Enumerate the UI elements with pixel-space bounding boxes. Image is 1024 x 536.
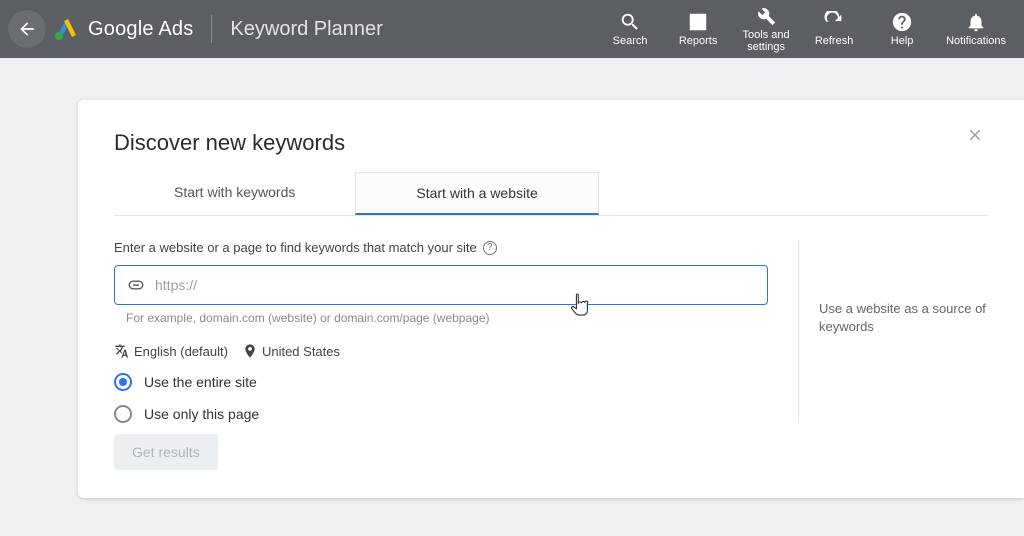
url-field-label: Enter a website or a page to find keywor… <box>114 240 768 255</box>
arrow-left-icon <box>17 19 37 39</box>
radio-entire-label: Use the entire site <box>144 374 257 390</box>
tab-bar: Start with keywords Start with a website <box>114 172 988 216</box>
help-icon <box>891 11 913 33</box>
notifications-menu[interactable]: Notifications <box>946 11 1006 47</box>
notifications-label: Notifications <box>946 35 1006 47</box>
close-button[interactable] <box>966 126 984 150</box>
help-menu[interactable]: Help <box>878 11 926 47</box>
tab-website[interactable]: Start with a website <box>355 172 598 215</box>
header-divider <box>211 15 212 43</box>
wrench-icon <box>755 5 777 27</box>
location-pin-icon <box>242 343 258 359</box>
back-button[interactable] <box>8 10 46 48</box>
radio-entire-site[interactable]: Use the entire site <box>114 373 768 391</box>
google-ads-logo-icon <box>54 17 78 41</box>
discover-card: Discover new keywords Start with keyword… <box>78 100 1024 498</box>
radio-only-label: Use only this page <box>144 406 259 422</box>
search-icon <box>619 11 641 33</box>
brand-logo: Google Ads <box>54 17 193 41</box>
url-example-hint: For example, domain.com (website) or dom… <box>126 311 768 325</box>
url-input-wrapper[interactable] <box>114 265 768 305</box>
brand-title: Google Ads <box>88 18 193 41</box>
location-setting[interactable]: United States <box>262 344 340 359</box>
link-icon <box>127 276 145 294</box>
refresh-menu[interactable]: Refresh <box>810 11 858 47</box>
url-field-label-text: Enter a website or a page to find keywor… <box>114 240 477 255</box>
tools-label: Tools and settings <box>743 29 790 53</box>
language-setting[interactable]: English (default) <box>134 344 228 359</box>
help-tooltip-icon[interactable]: ? <box>483 241 497 255</box>
refresh-label: Refresh <box>815 35 854 47</box>
reports-menu[interactable]: Reports <box>674 11 722 47</box>
get-results-button[interactable]: Get results <box>114 434 218 470</box>
reports-label: Reports <box>679 35 718 47</box>
locale-row: English (default) United States <box>114 343 768 359</box>
card-title: Discover new keywords <box>114 130 988 156</box>
radio-icon-unselected <box>114 405 132 423</box>
radio-icon-selected <box>114 373 132 391</box>
refresh-icon <box>823 11 845 33</box>
side-help-text: Use a website as a source of keywords <box>798 240 988 423</box>
close-icon <box>966 126 984 144</box>
search-menu[interactable]: Search <box>606 11 654 47</box>
search-label: Search <box>613 35 648 47</box>
tab-keywords[interactable]: Start with keywords <box>114 172 355 215</box>
url-input[interactable] <box>155 277 755 293</box>
tools-menu[interactable]: Tools and settings <box>742 5 790 53</box>
radio-only-page[interactable]: Use only this page <box>114 405 768 423</box>
subproduct-title: Keyword Planner <box>230 18 382 41</box>
help-label: Help <box>891 35 914 47</box>
reports-icon <box>687 11 709 33</box>
app-header: Google Ads Keyword Planner Search Report… <box>0 0 1024 58</box>
bell-icon <box>965 11 987 33</box>
translate-icon <box>114 343 130 359</box>
